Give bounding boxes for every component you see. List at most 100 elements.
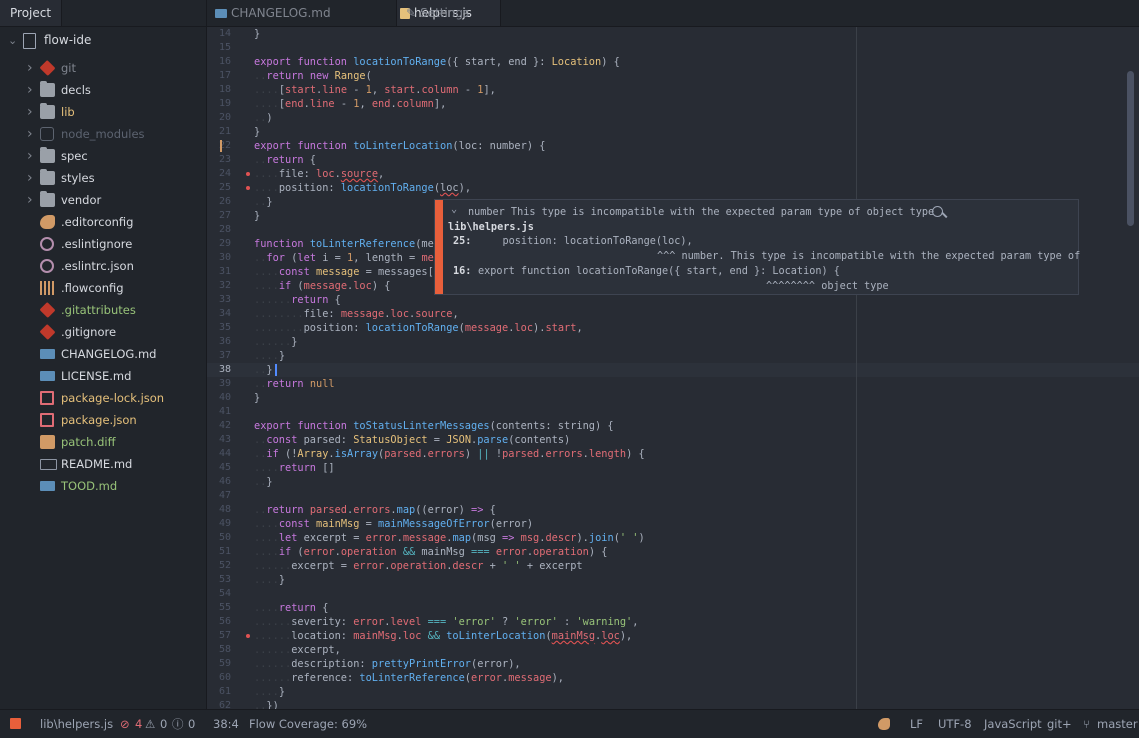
git-status[interactable]: git+	[1047, 710, 1072, 738]
tree-item-lib[interactable]: › lib	[0, 101, 206, 123]
code-line[interactable]: ..return new Range(	[254, 69, 372, 83]
code-line[interactable]: ..if (!Array.isArray(parsed.errors) || !…	[254, 447, 645, 461]
line-number: 30	[218, 252, 231, 263]
code-line[interactable]: ..for (let i = 1, length = mess	[254, 251, 446, 265]
warning-count-icon[interactable]: ⚠	[145, 710, 155, 738]
tree-item-changelog-md[interactable]: CHANGELOG.md	[0, 343, 206, 365]
tree-item-eslintignore[interactable]: .eslintignore	[0, 233, 206, 255]
code-line[interactable]: ........file: message.loc.source,	[254, 307, 459, 321]
tree-item-readme-md[interactable]: README.md	[0, 453, 206, 475]
flow-coverage[interactable]: Flow Coverage: 69%	[249, 710, 367, 738]
tree-item-label: .editorconfig	[61, 215, 134, 229]
grammar[interactable]: JavaScript	[984, 710, 1042, 738]
line-number: 43	[218, 434, 231, 445]
code-line[interactable]: ..})	[254, 699, 279, 709]
code-line[interactable]: ......location: mainMsg.loc && toLinterL…	[254, 629, 632, 643]
code-line[interactable]: ......description: prettyPrintError(erro…	[254, 657, 521, 671]
code-line[interactable]: ....}	[254, 349, 285, 363]
tree-item-package-json[interactable]: package.json	[0, 409, 206, 431]
status-file-path[interactable]: lib\helpers.js	[40, 710, 113, 738]
code-line[interactable]: ....if (error.operation && mainMsg === e…	[254, 545, 607, 559]
tree-item-editorconfig[interactable]: .editorconfig	[0, 211, 206, 233]
code-line[interactable]: ..return {	[254, 153, 316, 167]
code-line[interactable]: ..)	[254, 111, 273, 125]
code-line[interactable]: function toLinterReference(messa	[254, 237, 452, 251]
error-count-icon[interactable]: ⊘	[120, 710, 130, 738]
code-line[interactable]: export function locationToRange({ start,…	[254, 55, 620, 69]
code-line[interactable]: ..const parsed: StatusObject = JSON.pars…	[254, 433, 570, 447]
tree-item-patch-diff[interactable]: patch.diff	[0, 431, 206, 453]
tree-item-vendor[interactable]: › vendor	[0, 189, 206, 211]
tree-item-node-modules[interactable]: › node_modules	[0, 123, 206, 145]
line-number: 52	[218, 560, 231, 571]
tab-changelog[interactable]: CHANGELOG.md	[213, 0, 395, 26]
tree-item-tood-md[interactable]: TOOD.md	[0, 475, 206, 497]
code-line[interactable]: ....[end.line - 1, end.column],	[254, 97, 446, 111]
code-line[interactable]: ..}	[254, 363, 273, 377]
tree-item-spec[interactable]: › spec	[0, 145, 206, 167]
code-line[interactable]: ....position: locationToRange(loc),	[254, 181, 471, 195]
project-root[interactable]: ⌄ flow-ide	[0, 30, 206, 52]
code-line[interactable]: ......return {	[254, 293, 341, 307]
squirrel-icon[interactable]	[878, 718, 890, 730]
code-line[interactable]: ......excerpt,	[254, 643, 341, 657]
tree-item-flowconfig[interactable]: .flowconfig	[0, 277, 206, 299]
code-line[interactable]: ..}	[254, 195, 273, 209]
code-line[interactable]: ....return {	[254, 601, 328, 615]
readme-icon	[40, 459, 57, 470]
code-line[interactable]: ....const mainMsg = mainMessageOfError(e…	[254, 517, 533, 531]
linter-status-icon[interactable]	[10, 718, 21, 729]
code-line[interactable]: ......excerpt = error.operation.descr + …	[254, 559, 583, 573]
tree-item-label: .gitignore	[61, 325, 117, 339]
code-line[interactable]: ......severity: error.level === 'error' …	[254, 615, 638, 629]
code-line[interactable]: ....const message = messages[i	[254, 265, 440, 279]
collapse-chevron-icon[interactable]: ⌄	[451, 204, 457, 215]
line-ending[interactable]: LF	[910, 710, 923, 738]
code-line[interactable]: }	[254, 209, 260, 223]
tab-settings[interactable]: ✎ Settings	[406, 0, 469, 26]
git-branch[interactable]: master	[1097, 710, 1138, 738]
text-editor[interactable]: 14 15 16 17 18 19 20 21 22 23 24 25 26 27 28 29 30 31 32 33…	[207, 27, 1139, 709]
code-line[interactable]: ....}	[254, 573, 285, 587]
code-line[interactable]: }	[254, 27, 260, 41]
tooltip-file[interactable]: lib\helpers.js	[448, 222, 534, 233]
code-line[interactable]: ....}	[254, 685, 285, 699]
project-tab[interactable]: Project	[0, 0, 63, 26]
line-number: 20	[218, 112, 231, 123]
code-line[interactable]: export function toStatusLinterMessages(c…	[254, 419, 614, 433]
tree-item-gitignore[interactable]: .gitignore	[0, 321, 206, 343]
code-line[interactable]: ....return []	[254, 461, 335, 475]
code-line[interactable]: ....[start.line - 1, start.column - 1],	[254, 83, 496, 97]
error-count[interactable]: 4	[135, 710, 142, 738]
code-line[interactable]: ....let excerpt = error.message.map(msg …	[254, 531, 645, 545]
tree-item-eslintrc-json[interactable]: .eslintrc.json	[0, 255, 206, 277]
tree-item-license-md[interactable]: LICENSE.md	[0, 365, 206, 387]
code-line[interactable]: ........position: locationToRange(messag…	[254, 321, 583, 335]
cursor-position[interactable]: 38:4	[213, 710, 239, 738]
encoding[interactable]: UTF-8	[938, 710, 972, 738]
info-count[interactable]: 0	[188, 710, 195, 738]
info-count-icon[interactable]: ⓘ	[172, 710, 184, 738]
vertical-scrollbar[interactable]	[1127, 71, 1134, 226]
warning-count[interactable]: 0	[160, 710, 167, 738]
eslint-icon	[40, 259, 54, 273]
code-line[interactable]: ..return parsed.errors.map((error) => {	[254, 503, 496, 517]
tree-item-label: spec	[61, 149, 88, 163]
code-line[interactable]: ....file: loc.source,	[254, 167, 384, 181]
code-line[interactable]: ......reference: toLinterReference(error…	[254, 671, 564, 685]
code-line[interactable]: ....if (message.loc) {	[254, 279, 390, 293]
tree-item-package-lock-json[interactable]: package-lock.json	[0, 387, 206, 409]
tree-item-git[interactable]: › git	[0, 57, 206, 79]
folder-icon	[40, 147, 55, 163]
code-line[interactable]: }	[254, 125, 260, 139]
code-line[interactable]: ......}	[254, 335, 297, 349]
code-line[interactable]: ..}	[254, 475, 273, 489]
tree-item-label: decls	[61, 83, 91, 97]
code-line[interactable]: export function toLinterLocation(loc: nu…	[254, 139, 545, 153]
tree-item-gitattributes[interactable]: .gitattributes	[0, 299, 206, 321]
tree-item-decls[interactable]: › decls	[0, 79, 206, 101]
tree-item-styles[interactable]: › styles	[0, 167, 206, 189]
code-line[interactable]: }	[254, 391, 260, 405]
code-line[interactable]: ..return null	[254, 377, 335, 391]
line-number: 40	[218, 392, 231, 403]
